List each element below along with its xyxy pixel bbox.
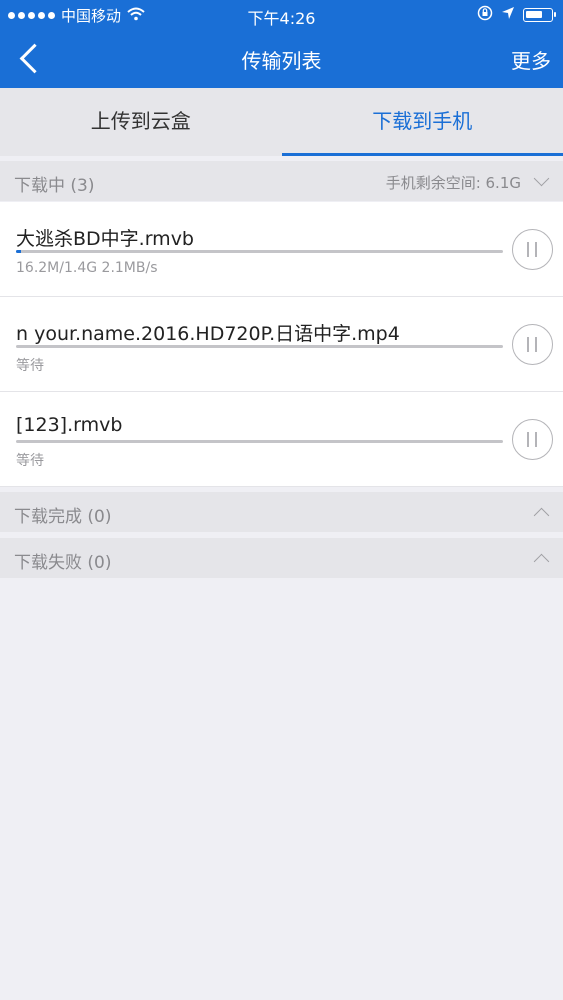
file-name: n your.name.2016.HD720P.日语中字.mp4 (16, 323, 400, 345)
download-list: 大逃杀BD中字.rmvb 16.2M/1.4G 2.1MB/s n your.n… (0, 202, 563, 487)
chevron-up-icon (533, 553, 550, 570)
section-completed-label: 下载完成 (0) (14, 507, 112, 527)
section-completed[interactable]: 下载完成 (0) (0, 492, 563, 532)
nav-bar: 传输列表 更多 (0, 28, 563, 88)
download-status: 等待 (16, 453, 44, 469)
section-downloading[interactable]: 下载中 (3) 手机剩余空间: 6.1G (0, 161, 563, 201)
tab-bar: 上传到云盒 下载到手机 (0, 88, 563, 156)
section-failed[interactable]: 下载失败 (0) (0, 538, 563, 578)
list-item[interactable]: 大逃杀BD中字.rmvb 16.2M/1.4G 2.1MB/s (0, 202, 563, 297)
pause-icon[interactable] (512, 419, 553, 460)
tab-upload-to-cloud[interactable]: 上传到云盒 (0, 88, 282, 156)
tab-download-to-phone[interactable]: 下载到手机 (281, 88, 563, 156)
status-right (477, 5, 556, 25)
list-item[interactable]: [123].rmvb 等待 (0, 392, 563, 487)
battery-icon (523, 8, 556, 22)
status-bar: 中国移动 下午4:26 (0, 0, 563, 28)
pause-icon[interactable] (512, 229, 553, 270)
location-icon (501, 6, 515, 24)
orientation-lock-icon (477, 5, 493, 25)
section-downloading-label: 下载中 (3) (14, 176, 95, 196)
top-bar: 中国移动 下午4:26 传输列表 更多 (0, 0, 563, 88)
pause-icon[interactable] (512, 324, 553, 365)
chevron-up-icon (533, 507, 550, 524)
list-item[interactable]: n your.name.2016.HD720P.日语中字.mp4 等待 (0, 297, 563, 392)
progress-fill (16, 250, 22, 253)
free-space-label: 手机剩余空间: 6.1G (385, 174, 521, 192)
page-title: 传输列表 (241, 49, 322, 73)
progress-bar (16, 440, 503, 443)
chevron-down-icon (533, 170, 550, 187)
download-status: 16.2M/1.4G 2.1MB/s (16, 260, 158, 276)
download-status: 等待 (16, 358, 44, 374)
file-name: [123].rmvb (16, 414, 123, 436)
progress-bar (16, 345, 503, 348)
more-button[interactable]: 更多 (511, 45, 551, 74)
file-name: 大逃杀BD中字.rmvb (16, 228, 194, 250)
progress-bar (16, 250, 503, 253)
section-failed-label: 下载失败 (0) (14, 553, 112, 573)
